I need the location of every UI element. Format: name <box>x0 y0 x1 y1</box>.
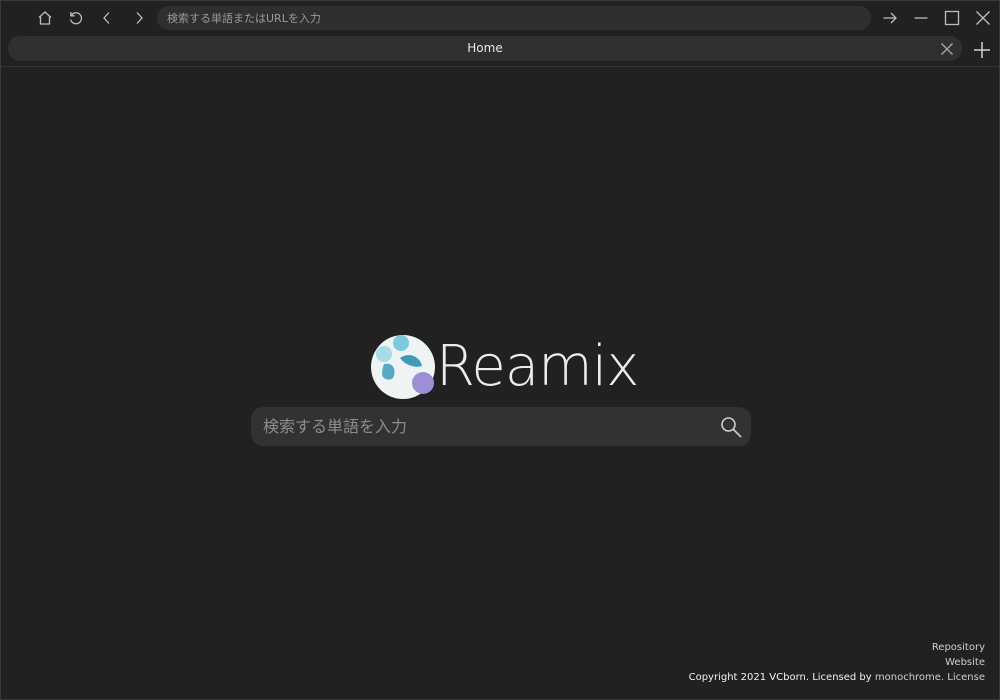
reamix-logo: Reamix <box>370 334 639 400</box>
toolbar <box>1 1 999 35</box>
tab-home[interactable]: Home <box>8 36 962 61</box>
logo-text: Reamix <box>436 334 639 399</box>
url-input[interactable] <box>157 6 871 30</box>
search-box <box>251 407 751 446</box>
maximize-icon <box>944 10 960 26</box>
footer: Repository Website Copyright 2021 VCborn… <box>689 640 985 685</box>
website-link[interactable]: Website <box>945 657 985 668</box>
close-window-button[interactable] <box>969 5 997 31</box>
forward-button[interactable] <box>125 5 153 31</box>
go-button[interactable] <box>876 5 904 31</box>
minimize-icon <box>914 17 928 19</box>
license-link[interactable]: License <box>947 672 985 683</box>
copyright: Copyright 2021 VCborn. Licensed by monoc… <box>689 670 985 685</box>
search-input[interactable] <box>251 407 711 446</box>
chevron-right-icon <box>136 12 143 24</box>
browser-window: Home Reamix <box>0 0 1000 700</box>
new-tab-button[interactable] <box>970 38 994 62</box>
home-button[interactable] <box>31 5 59 31</box>
logo-mark-icon <box>371 335 435 399</box>
tab-title: Home <box>467 41 503 55</box>
arrow-right-icon <box>883 12 897 24</box>
minimize-button[interactable] <box>907 5 935 31</box>
copyright-text: Copyright 2021 VCborn. Licensed by <box>688 672 875 683</box>
maximize-button[interactable] <box>938 5 966 31</box>
chevron-left-icon <box>103 12 110 24</box>
search-button[interactable] <box>717 413 745 441</box>
close-icon <box>941 43 953 55</box>
back-button[interactable] <box>93 5 121 31</box>
reload-button[interactable] <box>62 5 90 31</box>
close-icon <box>976 11 990 25</box>
plus-icon <box>974 42 990 58</box>
tab-strip: Home <box>1 35 999 67</box>
reload-icon <box>69 12 83 25</box>
home-icon <box>38 11 52 25</box>
tab-close-button[interactable] <box>938 40 956 58</box>
license-holder-link[interactable]: monochrome. <box>875 672 944 683</box>
repository-link[interactable]: Repository <box>932 642 985 653</box>
search-icon <box>721 417 742 438</box>
